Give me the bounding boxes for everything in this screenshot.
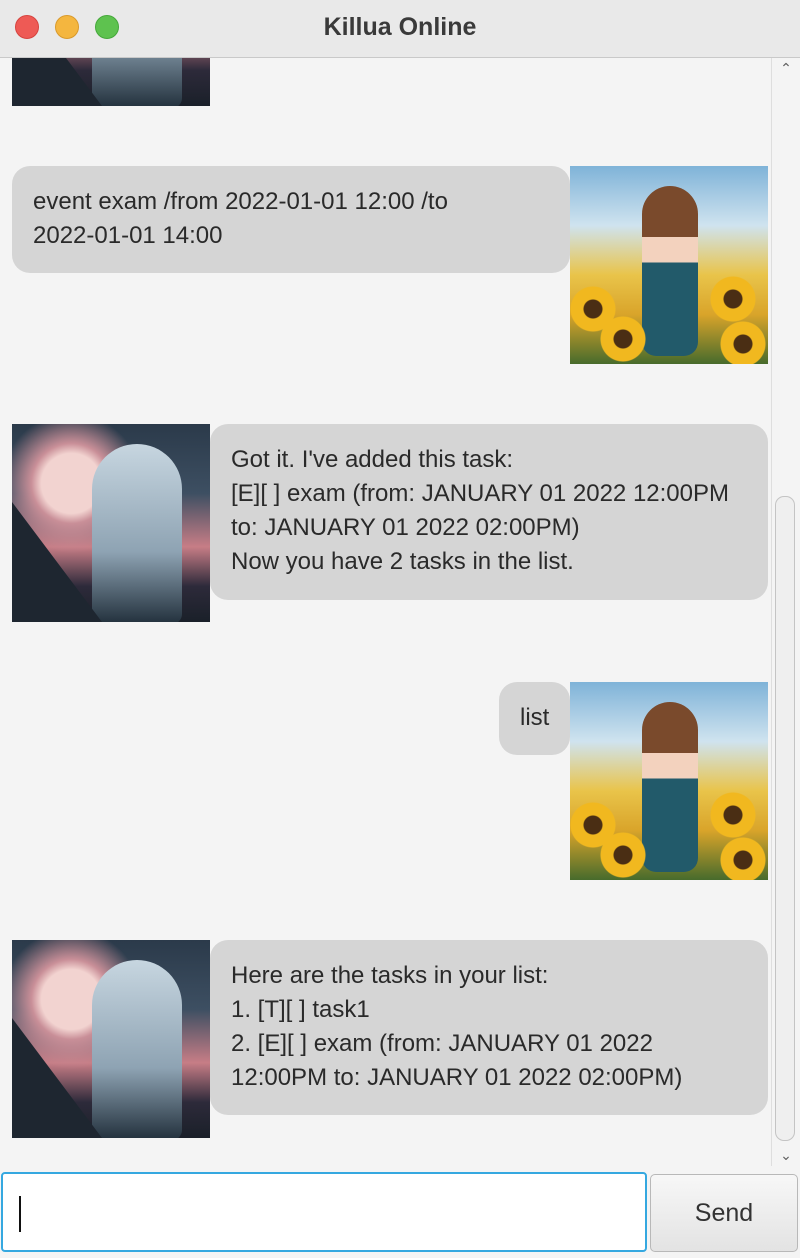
window-title: Killua Online [323,13,477,41]
input-row: Send [0,1166,800,1258]
bot-avatar [12,424,210,622]
vertical-scrollbar[interactable]: ⌃ ⌄ [771,58,800,1166]
bot-avatar [12,940,210,1138]
message-input[interactable] [1,1172,647,1252]
scroll-down-arrow-icon[interactable]: ⌄ [772,1147,800,1164]
title-bar: Killua Online [0,0,800,58]
scroll-up-arrow-icon[interactable]: ⌃ [772,60,800,77]
user-message-bubble: event exam /from 2022-01-01 12:00 /to 20… [12,166,570,273]
send-button[interactable]: Send [650,1174,798,1252]
bot-message-bubble: Here are the tasks in your list: 1. [T][… [210,940,768,1115]
bot-avatar [12,58,210,106]
user-message-bubble: list [499,682,570,755]
text-caret [19,1196,21,1232]
chat-scroll-pane[interactable]: event exam /from 2022-01-01 12:00 /to 20… [0,58,771,1166]
bot-message-bubble: Got it. I've added this task: [E][ ] exa… [210,424,768,600]
user-avatar [570,166,768,364]
user-avatar [570,682,768,880]
scroll-thumb[interactable] [775,496,795,1141]
